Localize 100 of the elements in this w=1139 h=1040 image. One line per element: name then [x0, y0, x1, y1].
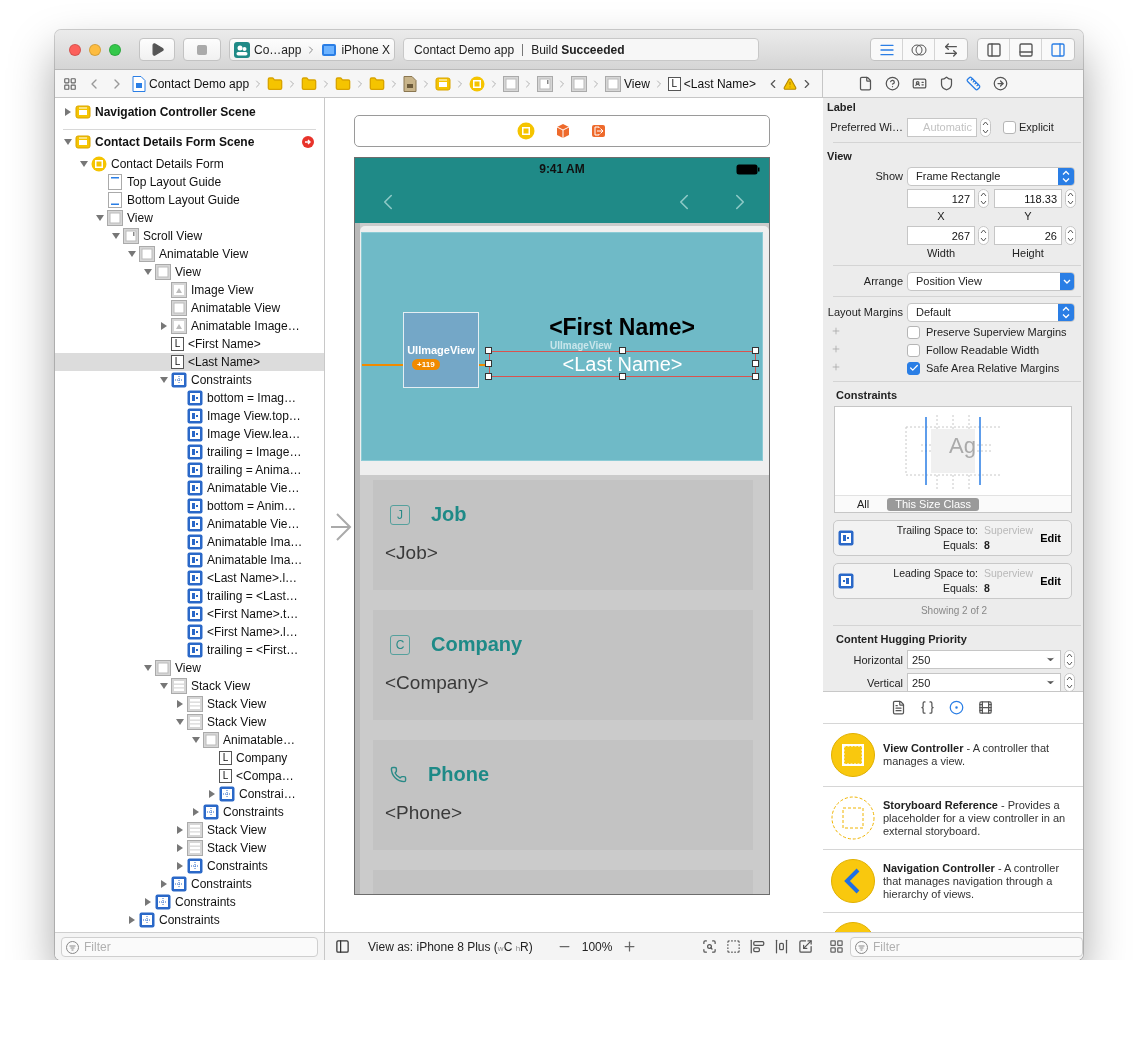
outline-item[interactable]: trailing = Image…: [55, 443, 324, 461]
outline-item[interactable]: <First Name>.t…: [55, 605, 324, 623]
outline-item[interactable]: L Company: [55, 749, 324, 767]
outline-item[interactable]: trailing = <Last…: [55, 587, 324, 605]
attributes-inspector-tab[interactable]: [939, 76, 954, 91]
warning-icon[interactable]: [783, 76, 797, 91]
checkbox[interactable]: [907, 325, 920, 339]
run-button[interactable]: [139, 38, 175, 61]
exit-icon[interactable]: [591, 123, 607, 139]
disclosure-triangle-icon[interactable]: [95, 213, 107, 223]
priority-combo-box[interactable]: 250: [907, 673, 1061, 692]
outline-item[interactable]: Animatable View: [55, 245, 324, 263]
zoom-in-icon[interactable]: [622, 939, 638, 954]
align-icon[interactable]: [750, 939, 765, 954]
path-item[interactable]: View: [624, 76, 650, 91]
media-library-tab[interactable]: [978, 700, 993, 715]
outline-item[interactable]: View: [55, 209, 324, 227]
priority-combo-box[interactable]: 250: [907, 650, 1061, 669]
disclosure-triangle-icon[interactable]: [127, 249, 139, 259]
outline-item[interactable]: View: [55, 659, 324, 677]
outline-item[interactable]: bottom = Anim…: [55, 497, 324, 515]
code-library-tab[interactable]: [920, 700, 935, 715]
cube-icon[interactable]: [555, 123, 571, 139]
stepper-control[interactable]: [1064, 650, 1075, 669]
outline-item[interactable]: Top Layout Guide: [55, 173, 324, 191]
stepper-control[interactable]: [978, 189, 989, 208]
outline-item[interactable]: Animatable Vie…: [55, 515, 324, 533]
outline-item[interactable]: trailing = <First…: [55, 641, 324, 659]
filter-field[interactable]: Filter: [61, 936, 318, 957]
disclosure-triangle-icon[interactable]: [143, 267, 155, 277]
checkbox[interactable]: [907, 361, 920, 375]
checkbox[interactable]: [1003, 120, 1016, 134]
outline-item[interactable]: Stack View: [55, 677, 324, 695]
library-item[interactable]: Storyboard Reference - Provides a placeholder for a view controller in an external storyboard.: [823, 787, 1083, 850]
stop-button[interactable]: [183, 38, 221, 61]
resize-handle[interactable]: [618, 347, 626, 354]
outline-item[interactable]: Animatable…: [55, 731, 324, 749]
size-inspector-tab[interactable]: [966, 76, 981, 91]
outline-item[interactable]: Constraints: [55, 893, 324, 911]
disclosure-triangle-icon[interactable]: [175, 717, 187, 727]
update-frames-icon[interactable]: [702, 939, 717, 954]
number-field[interactable]: 26: [994, 226, 1062, 245]
resize-handle[interactable]: [618, 373, 626, 380]
size-class-tab[interactable]: All: [849, 497, 878, 511]
outline-item[interactable]: Constraints: [55, 911, 324, 929]
identity-inspector-tab[interactable]: [912, 76, 927, 91]
related-items-icon[interactable]: [63, 76, 77, 91]
outline-item[interactable]: Stack View: [55, 839, 324, 857]
preferred-width-field[interactable]: Automatic: [907, 117, 977, 137]
outline-item[interactable]: View: [55, 263, 324, 281]
number-field[interactable]: 118.33: [994, 189, 1062, 208]
library-item[interactable]: Navigation Controller - A controller that manages navigation through a hierarchy of views.: [823, 850, 1083, 913]
disclosure-triangle-icon[interactable]: [143, 663, 155, 673]
outline-item[interactable]: L <First Name>: [55, 335, 324, 353]
disclosure-triangle-icon[interactable]: [159, 681, 171, 691]
grid-view-icon[interactable]: [829, 939, 844, 954]
error-badge-icon[interactable]: [302, 136, 314, 148]
outline-item[interactable]: L <Compa…: [55, 767, 324, 785]
outline-item[interactable]: Stack View: [55, 695, 324, 713]
file-inspector-tab[interactable]: [858, 76, 873, 91]
scheme-selector[interactable]: Co…app iPhone X: [229, 38, 396, 61]
path-item[interactable]: <Last Name>: [683, 76, 756, 91]
checkbox[interactable]: [907, 343, 920, 357]
outline-item[interactable]: Contact Details Form: [55, 155, 324, 173]
disclosure-triangle-icon[interactable]: [79, 159, 91, 169]
disclosure-triangle-icon[interactable]: [63, 137, 75, 147]
outline-item[interactable]: Contact Details Form Scene: [55, 133, 324, 151]
outline-item[interactable]: <First Name>.l…: [55, 623, 324, 641]
outline-item[interactable]: <Last Name>.l…: [55, 569, 324, 587]
outline-item[interactable]: Image View.lea…: [55, 425, 324, 443]
number-field[interactable]: 127: [907, 189, 975, 208]
stepper-control[interactable]: [980, 117, 991, 137]
outline-item[interactable]: Image View: [55, 281, 324, 299]
outline-item[interactable]: Animatable Ima…: [55, 533, 324, 551]
outline-item[interactable]: Constrai…: [55, 785, 324, 803]
outline-item[interactable]: Animatable Image…: [55, 317, 324, 335]
outline-item[interactable]: Stack View: [55, 821, 324, 839]
zoom-button[interactable]: [109, 43, 121, 56]
outline-item[interactable]: bottom = Imag…: [55, 389, 324, 407]
outline-item[interactable]: trailing = Anima…: [55, 461, 324, 479]
help-inspector-tab[interactable]: [885, 76, 900, 91]
stepper-control[interactable]: [1065, 189, 1076, 208]
pin-icon[interactable]: [774, 939, 789, 954]
embed-icon[interactable]: [726, 939, 741, 954]
resolve-issues-icon[interactable]: [798, 939, 813, 954]
edit-button[interactable]: Edit: [1040, 532, 1061, 544]
path-item[interactable]: Contact Demo app: [149, 76, 250, 91]
popup-button[interactable]: Position View: [907, 271, 1075, 291]
outline-item[interactable]: Constraints: [55, 857, 324, 875]
file-template-library-tab[interactable]: [891, 700, 906, 715]
outline-item[interactable]: Constraints: [55, 803, 324, 821]
outline-item[interactable]: Bottom Layout Guide: [55, 191, 324, 209]
library-item[interactable]: View Controller - A controller that manages a view.: [823, 724, 1083, 787]
object-library-tab[interactable]: [949, 700, 964, 715]
edit-button[interactable]: Edit: [1040, 575, 1061, 587]
stepper-control[interactable]: [1065, 226, 1076, 245]
outline-item[interactable]: L <Last Name>: [55, 353, 324, 371]
outline-toggle-icon[interactable]: [335, 939, 350, 954]
popup-button[interactable]: Frame Rectangle: [907, 166, 1075, 186]
outline-item[interactable]: Animatable Vie…: [55, 479, 324, 497]
